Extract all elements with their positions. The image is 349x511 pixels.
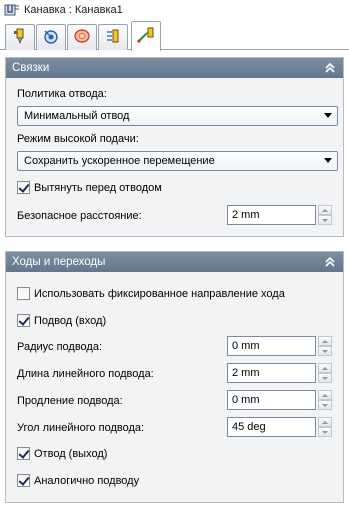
linear-lead-length-spinner[interactable]: 2 mm [227, 363, 332, 383]
safe-distance-label: Безопасное расстояние: [17, 210, 142, 222]
groove-feature-icon [4, 3, 20, 17]
lead-out-row[interactable]: Отвод (выход) [17, 447, 107, 460]
spin-down-button[interactable] [318, 373, 332, 383]
spin-down-button[interactable] [318, 215, 332, 225]
safe-distance-spinner[interactable]: 2 mm [227, 205, 332, 225]
high-feed-select[interactable]: Сохранить ускоренное перемещение [17, 151, 338, 171]
depth-levels-icon [104, 28, 122, 47]
lead-out-label: Отвод (выход) [34, 447, 108, 460]
spin-up-button[interactable] [318, 205, 332, 215]
arrow-down-icon [322, 349, 328, 353]
tab-tool[interactable] [5, 24, 35, 50]
spin-up-button[interactable] [318, 336, 332, 346]
tab-strip [0, 20, 349, 51]
spin-down-button[interactable] [318, 346, 332, 356]
links-panel: Связки Политика отвода: Минимальный отво… [5, 57, 344, 237]
arrow-up-icon [322, 339, 328, 343]
retract-policy-label: Политика отвода: [17, 88, 107, 100]
arrow-up-icon [322, 420, 328, 424]
lead-out-checkbox[interactable] [17, 447, 30, 460]
linear-lead-angle-label: Угол линейного подвода: [17, 422, 145, 434]
window-title: Канавка : Канавка1 [24, 4, 123, 16]
tool-icon [12, 28, 28, 47]
lead-radius-input[interactable]: 0 mm [227, 336, 316, 356]
links-panel-header[interactable]: Связки [6, 58, 343, 78]
spin-up-button[interactable] [318, 417, 332, 427]
tab-links[interactable] [131, 21, 161, 51]
linear-lead-angle-spinner[interactable]: 45 deg [227, 417, 332, 437]
same-as-lead-in-checkbox[interactable] [17, 474, 30, 487]
arrow-down-icon [322, 376, 328, 380]
linear-lead-length-input[interactable]: 2 mm [227, 363, 316, 383]
arrow-down-icon [322, 218, 328, 222]
high-feed-value: Сохранить ускоренное перемещение [24, 155, 215, 167]
collapse-chevron-icon[interactable] [323, 61, 337, 75]
links-panel-title: Связки [12, 62, 50, 74]
tab-stock[interactable] [67, 24, 97, 50]
spin-up-button[interactable] [318, 363, 332, 373]
lead-in-label: Подвод (вход) [34, 314, 107, 327]
linear-lead-angle-input[interactable]: 45 deg [227, 417, 316, 437]
chevron-down-icon [324, 113, 332, 118]
lead-in-checkbox[interactable] [17, 314, 30, 327]
high-feed-label: Режим высокой подачи: [17, 133, 139, 145]
retract-policy-select[interactable]: Минимальный отвод [17, 106, 338, 126]
fixed-direction-label: Использовать фиксированное направление х… [34, 287, 285, 300]
lead-in-row[interactable]: Подвод (вход) [17, 314, 106, 327]
spin-down-button[interactable] [318, 400, 332, 410]
linear-lead-length-label: Длина линейного подвода: [17, 368, 154, 380]
fixed-direction-row[interactable]: Использовать фиксированное направление х… [17, 287, 285, 300]
retract-policy-value: Минимальный отвод [24, 110, 130, 122]
spin-up-button[interactable] [318, 390, 332, 400]
arrow-up-icon [322, 208, 328, 212]
feed-speed-icon [42, 28, 60, 47]
lead-extension-label: Продление подвода: [17, 395, 123, 407]
tab-feeds[interactable] [36, 24, 66, 50]
passes-panel-title: Ходы и переходы [12, 256, 106, 268]
same-as-lead-in-row[interactable]: Аналогично подводу [17, 474, 139, 487]
safe-distance-input[interactable]: 2 mm [227, 205, 316, 225]
extend-before-retract-checkbox[interactable] [17, 181, 30, 194]
arrow-up-icon [322, 393, 328, 397]
lead-extension-spinner[interactable]: 0 mm [227, 390, 332, 410]
extend-before-retract-label: Вытянуть перед отводом [34, 181, 162, 194]
passes-panel: Ходы и переходы Использовать фиксированн… [5, 251, 344, 503]
fixed-direction-checkbox[interactable] [17, 287, 30, 300]
lead-radius-spinner[interactable]: 0 mm [227, 336, 332, 356]
passes-panel-header[interactable]: Ходы и переходы [6, 252, 343, 272]
chevron-down-icon [324, 158, 332, 163]
arrow-down-icon [322, 430, 328, 434]
links-icon [136, 26, 156, 47]
spin-down-button[interactable] [318, 427, 332, 437]
tab-depth[interactable] [98, 24, 128, 50]
title-bar: Канавка : Канавка1 [0, 0, 349, 20]
arrow-down-icon [322, 403, 328, 407]
arrow-up-icon [322, 366, 328, 370]
stock-icon [73, 28, 91, 47]
lead-radius-label: Радиус подвода: [17, 341, 103, 353]
extend-before-retract-row[interactable]: Вытянуть перед отводом [17, 181, 162, 194]
same-as-lead-in-label: Аналогично подводу [34, 474, 140, 487]
collapse-chevron-icon[interactable] [323, 255, 337, 269]
lead-extension-input[interactable]: 0 mm [227, 390, 316, 410]
